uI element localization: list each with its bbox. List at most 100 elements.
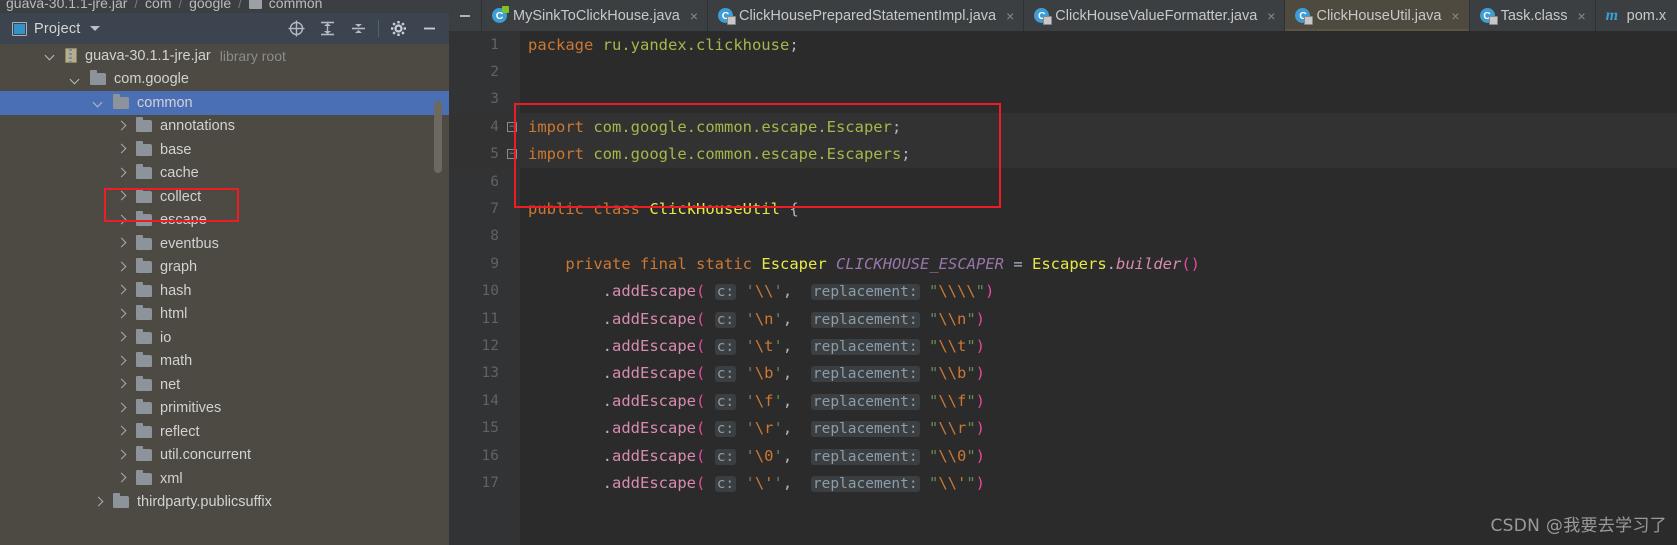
code-line[interactable]: 11 .addEscape( c: '\n', replacement: "\\… (449, 305, 1677, 332)
project-tree[interactable]: guava-30.1.1-jre.jar library root com.goog… (0, 44, 449, 545)
chevron-right-icon[interactable] (117, 404, 126, 413)
code-token: addEscape (612, 419, 696, 438)
code-line[interactable]: 13 .addEscape( c: '\b', replacement: "\\… (449, 360, 1677, 387)
line-number: 11 (481, 310, 499, 327)
code-line[interactable]: 2 (449, 58, 1677, 85)
chevron-right-icon[interactable] (117, 310, 126, 319)
chevron-down-icon[interactable] (46, 51, 55, 60)
tree-item-collect[interactable]: collect (0, 185, 449, 209)
code-token: . (528, 364, 612, 383)
code-line[interactable]: 9 private final static Escaper CLICKHOUS… (449, 250, 1677, 277)
tree-item-math[interactable]: math (0, 350, 449, 374)
hide-panel-icon[interactable] (414, 13, 445, 44)
editor-tab-mysinktoclickhouse-java[interactable]: C MySinkToClickHouse.java × (481, 0, 707, 31)
editor-tab-clickhousepreparedstatementimpl-java[interactable]: C ClickHousePreparedStatementImpl.java × (707, 0, 1023, 31)
tree-item-annotations[interactable]: annotations (0, 115, 449, 139)
close-icon[interactable]: × (1451, 8, 1459, 24)
java-class-icon: C (718, 8, 736, 25)
code-token: ) (975, 419, 985, 438)
chevron-down-icon[interactable] (71, 75, 80, 84)
code-editor[interactable]: 1 package ru.yandex.clickhouse; 2 3 4− import… (449, 31, 1677, 545)
tree-item-util-concurrent[interactable]: util.concurrent (0, 444, 449, 468)
chevron-right-icon[interactable] (117, 145, 126, 154)
chevron-right-icon[interactable] (117, 192, 126, 201)
tree-item-base[interactable]: base (0, 138, 449, 162)
tree-item-reflect[interactable]: reflect (0, 420, 449, 444)
locate-icon[interactable] (281, 13, 312, 44)
tree-item-html[interactable]: html (0, 303, 449, 327)
tree-item-primitives[interactable]: primitives (0, 397, 449, 421)
code-line[interactable]: 7 public class ClickHouseUtil { (449, 195, 1677, 222)
close-icon[interactable]: × (690, 8, 698, 24)
chevron-right-icon[interactable] (117, 239, 126, 248)
code-line[interactable]: 8 (449, 223, 1677, 250)
tree-item-hash[interactable]: hash (0, 279, 449, 303)
editor-tab-pom-x[interactable]: m pom.x (1594, 0, 1676, 31)
tree-item-io[interactable]: io (0, 326, 449, 350)
chevron-down-icon[interactable] (89, 26, 100, 31)
tree-item-xml[interactable]: xml (0, 467, 449, 491)
code-token: addEscape (612, 446, 696, 465)
editor-tab-task-class[interactable]: C Task.class × (1468, 0, 1595, 31)
minimize-icon[interactable] (449, 0, 481, 31)
chevron-right-icon[interactable] (117, 333, 126, 342)
tree-item-net[interactable]: net (0, 373, 449, 397)
tree-item-escape[interactable]: escape (0, 209, 449, 233)
chevron-right-icon[interactable] (94, 498, 103, 507)
tree-item-guava-30-1-1-jre-jar[interactable]: guava-30.1.1-jre.jar library root (0, 44, 449, 68)
java-class-icon: C (1034, 8, 1053, 25)
line-number: 3 (490, 91, 499, 108)
fold-marker-icon[interactable]: − (507, 121, 517, 132)
breadcrumb-item[interactable]: google (189, 0, 231, 11)
parameter-hint: c: (714, 338, 737, 355)
code-line[interactable]: 15 .addEscape( c: '\r', replacement: "\\… (449, 414, 1677, 441)
chevron-right-icon[interactable] (117, 357, 126, 366)
chevron-right-icon[interactable] (117, 451, 126, 460)
code-line[interactable]: 3 (449, 86, 1677, 113)
code-line[interactable]: 12 .addEscape( c: '\t', replacement: "\\… (449, 332, 1677, 359)
tree-item-graph[interactable]: graph (0, 256, 449, 280)
code-line[interactable]: 17 .addEscape( c: '\'', replacement: "\\… (449, 469, 1677, 496)
tree-item-com-google[interactable]: com.google (0, 68, 449, 92)
chevron-right-icon[interactable] (117, 122, 126, 131)
breadcrumb-separator: / (178, 0, 183, 11)
close-icon[interactable]: × (1006, 8, 1014, 24)
chevron-right-icon[interactable] (117, 216, 126, 225)
chevron-right-icon[interactable] (117, 380, 126, 389)
breadcrumb-item[interactable]: guava-30.1.1-jre.jar (6, 0, 127, 11)
code-token: . (528, 446, 612, 465)
breadcrumb-item[interactable]: common (269, 0, 323, 11)
chevron-right-icon[interactable] (117, 263, 126, 272)
close-icon[interactable]: × (1267, 8, 1275, 24)
chevron-down-icon[interactable] (94, 98, 103, 107)
fold-marker-icon[interactable]: − (507, 149, 517, 160)
folder-icon (113, 93, 129, 109)
code-line[interactable]: 6 (449, 168, 1677, 195)
code-token: ( (696, 446, 706, 465)
breadcrumb-item[interactable]: com (145, 0, 171, 11)
editor-tab-clickhouseutil-java[interactable]: C ClickHouseUtil.java × (1284, 0, 1469, 31)
collapse-all-icon[interactable] (343, 13, 374, 44)
code-text: .addEscape( c: '\r', replacement: "\\r") (528, 419, 985, 438)
line-number: 9 (490, 255, 499, 272)
code-line[interactable]: 4− import com.google.common.escape.Escape… (449, 113, 1677, 141)
chevron-right-icon[interactable] (117, 427, 126, 436)
editor-tab-clickhousevalueformatter-java[interactable]: C ClickHouseValueFormatter.java × (1023, 0, 1284, 31)
code-line[interactable]: 1 package ru.yandex.clickhouse; (449, 31, 1677, 58)
settings-gear-icon[interactable] (383, 13, 414, 44)
code-line[interactable]: 14 .addEscape( c: '\f', replacement: "\\… (449, 387, 1677, 414)
tree-item-cache[interactable]: cache (0, 162, 449, 186)
chevron-right-icon[interactable] (117, 474, 126, 483)
code-line[interactable]: 16 .addEscape( c: '\0', replacement: "\\… (449, 442, 1677, 469)
expand-all-icon[interactable] (312, 13, 343, 44)
tree-item-thirdparty-publicsuffix[interactable]: thirdparty.publicsuffix (0, 491, 449, 515)
tree-item-common[interactable]: common (0, 91, 449, 115)
code-line[interactable]: 10 .addEscape( c: '\\', replacement: "\\… (449, 278, 1677, 305)
close-icon[interactable]: × (1577, 8, 1585, 24)
chevron-right-icon[interactable] (117, 286, 126, 295)
chevron-right-icon[interactable] (117, 169, 126, 178)
tree-scrollbar[interactable] (434, 101, 442, 173)
tree-item-eventbus[interactable]: eventbus (0, 232, 449, 256)
code-line[interactable]: 5− import com.google.common.escape.Escape… (449, 140, 1677, 168)
